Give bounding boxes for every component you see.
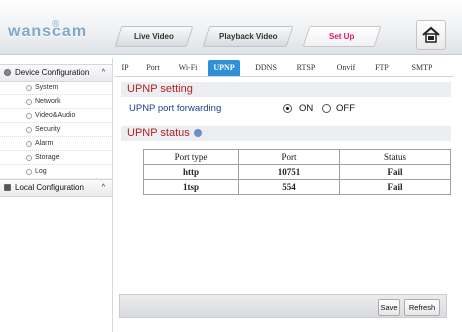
upnp-status-title: UPNP status: [121, 126, 451, 141]
tab-set-up[interactable]: Set Up: [302, 26, 382, 47]
sidebar-item-label: Security: [35, 126, 61, 133]
logo-mark: ®: [52, 19, 61, 30]
upnp-setting-title: UPNP setting: [121, 82, 451, 97]
upnp-on-label: ON: [299, 103, 314, 114]
upnp-status-table: Port type Port Status http 10751 Fail 1t…: [143, 149, 451, 195]
sidebar-item-system[interactable]: System: [0, 81, 111, 95]
sidebar-item-label: System: [35, 84, 59, 91]
action-bar: Save Refresh: [119, 294, 447, 318]
local-config-icon: [4, 184, 11, 191]
info-icon: [193, 129, 202, 138]
cell-port: 554: [238, 179, 340, 195]
cell-port-type: 1tsp: [143, 179, 239, 195]
bullet-icon: [26, 169, 32, 175]
header-port-type: Port type: [143, 149, 239, 165]
sidebar-item-video-audio[interactable]: Video&Audio: [0, 109, 111, 123]
table-row: http 10751 Fail: [143, 164, 451, 180]
bullet-icon: [26, 85, 32, 91]
gear-icon: [4, 69, 11, 76]
sidebar: Device Configuration ^ System Network Vi…: [0, 58, 113, 332]
table-row: 1tsp 554 Fail: [143, 179, 451, 195]
local-configuration-label: Local Configuration: [15, 183, 84, 192]
header-status: Status: [339, 149, 451, 165]
tab-live-video[interactable]: Live Video: [114, 26, 194, 47]
home-icon: [422, 26, 440, 43]
subtab-upnp[interactable]: UPNP: [208, 60, 240, 76]
subtab-ip[interactable]: IP: [118, 60, 132, 76]
header-port: Port: [238, 149, 340, 165]
subtab-wifi[interactable]: Wi-Fi: [176, 60, 200, 76]
sidebar-item-network[interactable]: Network: [0, 95, 111, 109]
sidebar-item-alarm[interactable]: Alarm: [0, 137, 111, 151]
cell-port: 10751: [238, 164, 340, 180]
sidebar-item-label: Network: [35, 98, 61, 105]
bullet-icon: [26, 113, 32, 119]
refresh-button[interactable]: Refresh: [404, 299, 440, 316]
cell-port-type: http: [143, 164, 239, 180]
upnp-panel: UPNP setting UPNP port forwarding ON OFF…: [119, 82, 452, 308]
upnp-status-title-text: UPNP status: [127, 127, 190, 139]
bullet-icon: [26, 99, 32, 105]
main-panel: IP Port Wi-Fi UPNP DDNS RTSP Onvif FTP S…: [114, 58, 462, 332]
cell-status: Fail: [339, 164, 451, 180]
subtab-ddns[interactable]: DDNS: [252, 60, 280, 76]
home-button[interactable]: [416, 20, 446, 50]
collapse-icon: ^: [101, 184, 105, 191]
collapse-icon: ^: [101, 69, 105, 76]
bullet-icon: [26, 141, 32, 147]
tab-playback-video[interactable]: Playback Video: [202, 26, 294, 47]
device-configuration-label: Device Configuration: [15, 68, 90, 77]
sidebar-item-label: Video&Audio: [35, 112, 76, 119]
upnp-off-radio[interactable]: [322, 104, 331, 113]
logo: wanscam ®: [8, 19, 100, 49]
table-header-row: Port type Port Status: [143, 149, 451, 165]
subtab-ftp[interactable]: FTP: [370, 60, 394, 76]
tab-live-video-label: Live Video: [134, 32, 174, 41]
sidebar-item-label: Storage: [35, 154, 60, 161]
upnp-on-radio[interactable]: [283, 104, 292, 113]
sidebar-item-storage[interactable]: Storage: [0, 151, 111, 165]
sidebar-local-configuration[interactable]: Local Configuration ^: [0, 179, 112, 197]
tab-playback-video-label: Playback Video: [218, 32, 278, 41]
cell-status: Fail: [339, 179, 451, 195]
settings-subtabs: IP Port Wi-Fi UPNP DDNS RTSP Onvif FTP S…: [114, 58, 454, 77]
subtab-port[interactable]: Port: [142, 60, 164, 76]
sidebar-item-label: Log: [35, 168, 47, 175]
subtab-smtp[interactable]: SMTP: [406, 60, 438, 76]
bullet-icon: [26, 127, 32, 133]
upnp-off-label: OFF: [336, 103, 355, 114]
sidebar-item-security[interactable]: Security: [0, 123, 111, 137]
subtab-onvif[interactable]: Onvif: [332, 60, 360, 76]
top-bar: wanscam ® Live Video Playback Video Set …: [0, 0, 462, 55]
tab-set-up-label: Set Up: [329, 32, 355, 41]
sidebar-item-label: Alarm: [35, 140, 54, 147]
subtab-rtsp[interactable]: RTSP: [292, 60, 320, 76]
save-button[interactable]: Save: [378, 299, 400, 316]
upnp-forwarding-label: UPNP port forwarding: [129, 103, 222, 114]
bullet-icon: [26, 155, 32, 161]
logo-text: wanscam: [8, 23, 88, 40]
sidebar-item-log[interactable]: Log: [0, 165, 111, 179]
sidebar-device-configuration[interactable]: Device Configuration ^: [0, 64, 112, 82]
